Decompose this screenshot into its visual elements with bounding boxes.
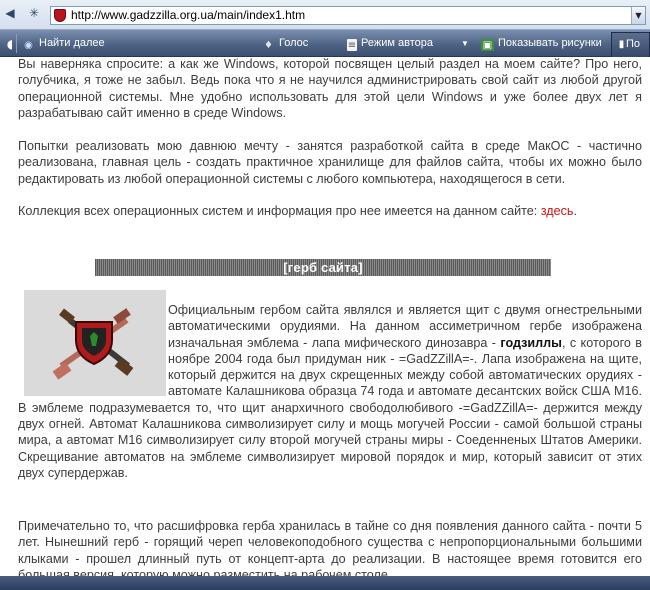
paragraph-current-emblem: Примечательно то, что расшифровка герба … (18, 519, 642, 576)
voice-label: Голос (279, 37, 309, 49)
url-input[interactable]: http://www.gadzzilla.org.ua/main/index1.… (50, 6, 646, 25)
paragraph-windows: Вы наверняка спросите: а как же Windows,… (18, 58, 642, 120)
url-dropdown-button[interactable]: ▼ (631, 7, 645, 24)
show-images-button[interactable]: ▣ Показывать рисунки (481, 36, 602, 51)
toolbar-separator (16, 34, 17, 53)
find-next-label: Найти далее (39, 37, 105, 49)
emblem-spacer (18, 302, 168, 394)
url-text[interactable]: http://www.gadzzilla.org.ua/main/index1.… (71, 8, 305, 23)
paragraph-macos: Попытки реализовать мою давнюю мечту - з… (18, 139, 642, 186)
document-icon: ≡ (347, 39, 357, 51)
find-next-icon: ◉ (24, 40, 33, 51)
author-mode-button[interactable]: ≡ Режим автора (347, 36, 433, 51)
author-mode-label: Режим автора (361, 37, 433, 49)
toolbar: ◖ ◉ Найти далее ♦ Голос ≡ Режим автора ▼ ▣ П… (0, 30, 650, 57)
author-mode-dropdown-icon[interactable]: ▼ (461, 36, 469, 51)
paragraph-collection: Коллекция всех операционных систем и инф… (18, 203, 642, 219)
site-shield-icon (54, 9, 66, 22)
microphone-icon: ♦ (264, 40, 273, 51)
overflow-label: По (626, 38, 641, 50)
address-bar: ◀ ✳ http://www.gadzzilla.org.ua/main/ind… (0, 0, 650, 30)
collection-link[interactable]: здесь (541, 204, 574, 218)
find-next-button[interactable]: ◉ Найти далее (22, 36, 105, 52)
toolbar-overflow-tab[interactable]: ▮ По (611, 32, 650, 57)
show-images-label: Показывать рисунки (498, 37, 602, 49)
collection-period: . (573, 204, 577, 218)
section-banner: [герб сайта] (95, 259, 551, 276)
collection-text: Коллекция всех операционных систем и инф… (18, 204, 541, 218)
status-bar (0, 576, 650, 590)
godzilla-bold: годзиллы (500, 335, 562, 350)
image-icon: ▣ (481, 39, 494, 51)
paragraph-emblem: Официальным гербом сайта являлся и являе… (18, 302, 642, 481)
pin-icon[interactable]: ✳ (26, 5, 42, 21)
voice-button[interactable]: ♦ Голос (262, 36, 308, 52)
back-icon[interactable]: ◀ (2, 5, 18, 21)
page-content: Вы наверняка спросите: а как же Windows,… (0, 58, 650, 576)
